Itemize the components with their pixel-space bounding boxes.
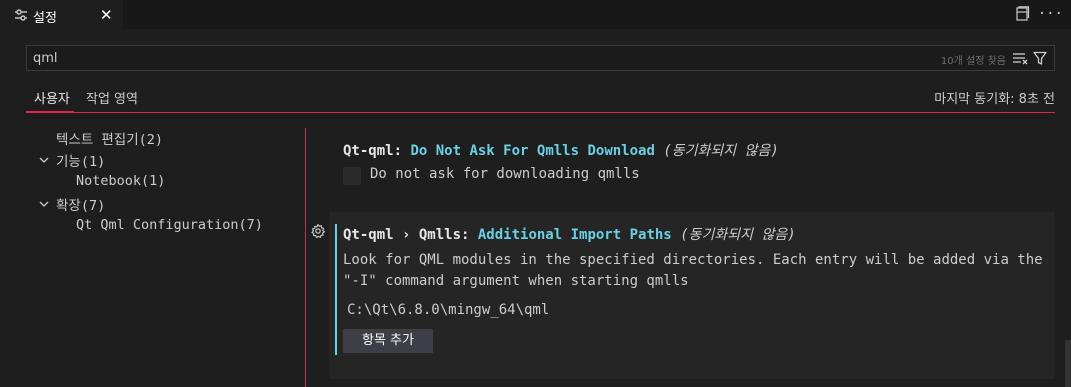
search-result-count: 10개 설정 찾음 [940,56,1006,67]
modified-indicator-bar [335,224,337,355]
add-item-button[interactable]: 항목 추가 [343,329,433,353]
setting-description: Look for QML modules in the specified di… [343,252,1043,289]
filter-icon[interactable] [1032,50,1048,66]
setting-category: Qt-qml › Qmlls: [343,227,470,243]
settings-search-input[interactable] [33,50,913,67]
settings-scope-tabs: 사용자 작업 영역 마지막 동기화: 8초 전 [0,80,1071,114]
settings-tab[interactable]: 설정 ✕ [0,0,123,29]
setting-sync-status: (동기화되지 않음) [663,143,779,159]
settings-tab-label: 설정 [33,11,57,26]
split-editor-icon[interactable] [1014,6,1030,22]
toc-item-text-editor[interactable]: 텍스트 편집기(2) [56,128,163,148]
settings-search-box: 10개 설정 찾음 [26,45,1055,71]
setting-name: Additional Import Paths [477,227,672,243]
editor-tab-bar: 설정 ✕ ··· [0,0,1071,29]
tab-user[interactable]: 사용자 [34,88,70,107]
setting-name: Do Not Ask For Qmlls Download [410,143,655,159]
settings-sliders-icon [15,9,27,21]
clear-filter-icon[interactable] [1012,50,1028,66]
setting-sync-status: (동기화되지 않음) [680,227,796,243]
import-path-item[interactable]: C:\Qt\6.8.0\mingw_64\qml [347,302,549,318]
toc-item-qt-qml-configuration[interactable]: Qt Qml Configuration(7) [76,217,263,233]
sync-status: 마지막 동기화: 8초 전 [934,92,1055,107]
toc-item-extensions[interactable]: 확장(7) [56,194,105,214]
gear-icon[interactable] [310,223,326,239]
setting-title-additional-import-paths: Qt-qml › Qmlls: Additional Import Paths … [343,224,796,244]
setting-title-do-not-ask: Qt-qml: Do Not Ask For Qmlls Download (동… [343,140,779,160]
toc-divider [305,128,306,387]
setting-category: Qt-qml: [343,143,403,159]
more-actions-icon[interactable]: ··· [1038,5,1063,23]
chevron-down-icon[interactable] [39,156,49,164]
checkbox-label: Do not ask for downloading qmlls [370,166,640,182]
toc-item-notebook[interactable]: Notebook(1) [76,173,165,189]
tab-workspace[interactable]: 작업 영역 [86,88,138,107]
close-icon[interactable]: ✕ [100,5,113,25]
chevron-down-icon[interactable] [39,200,49,208]
toc-item-features[interactable]: 기능(1) [56,150,105,170]
scrollbar[interactable] [1065,340,1071,387]
editor-actions: ··· [1014,5,1063,23]
active-tab-indicator [26,111,74,112]
scope-tabs-underline [26,112,1055,113]
do-not-ask-checkbox[interactable] [343,167,361,185]
